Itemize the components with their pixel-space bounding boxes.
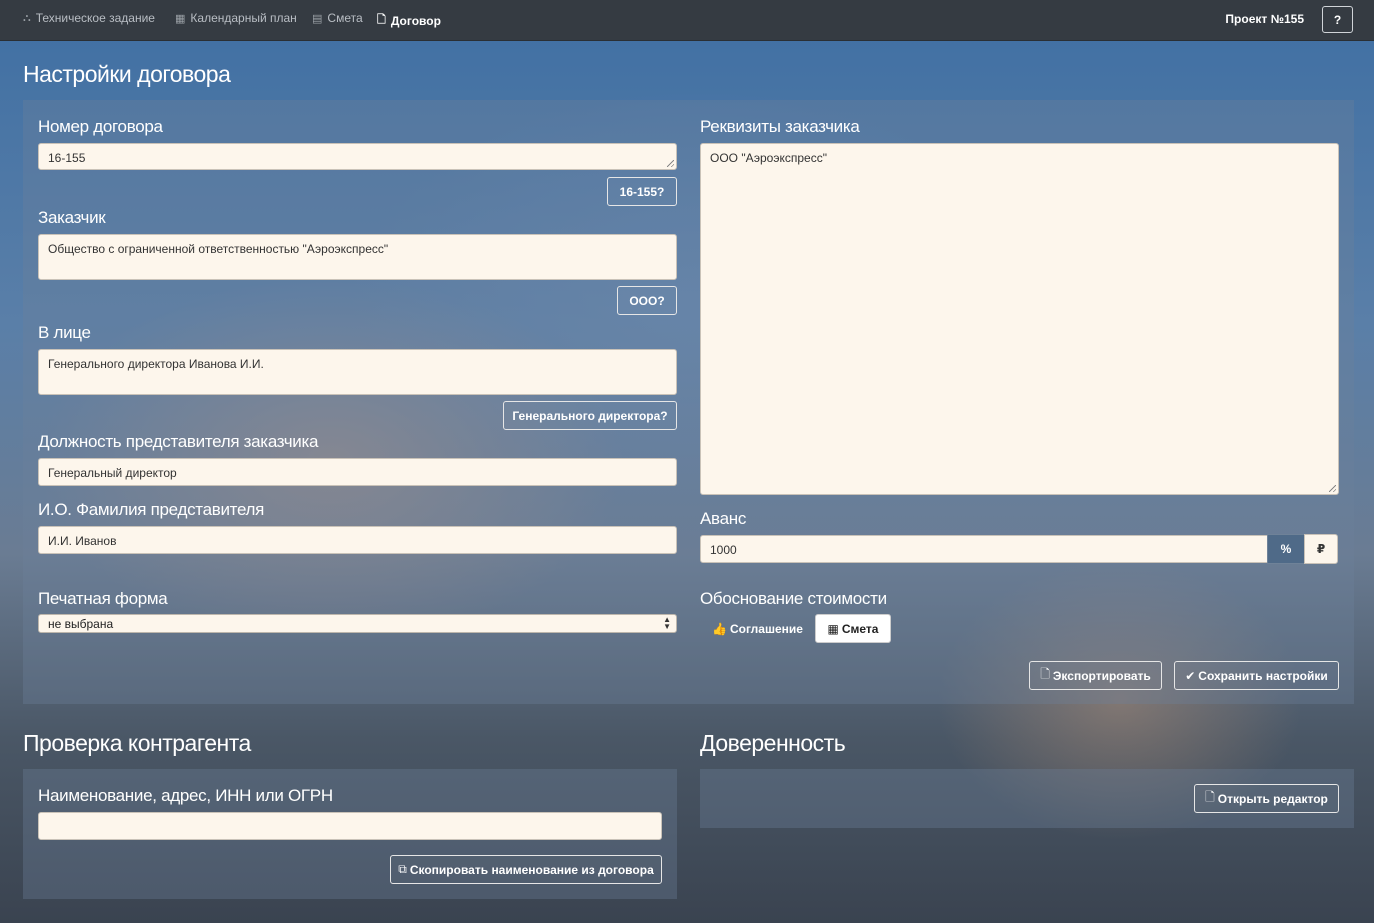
nav-tab-estimate[interactable]: ▤ Смета bbox=[312, 11, 363, 25]
help-button[interactable]: ? bbox=[1322, 6, 1353, 33]
power-of-attorney-title: Доверенность bbox=[700, 730, 846, 756]
rep-name-label: И.О. Фамилия представителя bbox=[38, 500, 265, 519]
customer-field[interactable]: Общество с ограниченной ответственностью… bbox=[38, 234, 677, 280]
advance-rub-toggle[interactable]: ₽ bbox=[1304, 534, 1338, 564]
save-settings-button[interactable]: ✔ Сохранить настройки bbox=[1174, 661, 1339, 690]
table-icon: ▤ bbox=[312, 12, 323, 25]
nav-tab-calendar-plan[interactable]: ▦ Календарный план bbox=[175, 11, 297, 25]
justification-estimate-label: Смета bbox=[841, 621, 879, 636]
save-settings-label: Сохранить настройки bbox=[1198, 668, 1328, 683]
check-icon: ✔ bbox=[1185, 668, 1196, 683]
requisites-field[interactable]: ООО "Аэроэкспресс" bbox=[700, 143, 1339, 495]
file-icon: 🗋 bbox=[1040, 667, 1050, 681]
position-label: Должность представителя заказчика bbox=[38, 432, 319, 451]
copy-name-button[interactable]: ⧉ Скопировать наименование из договора bbox=[390, 855, 662, 884]
sitemap-icon: ⛬ bbox=[23, 11, 31, 24]
print-form-label: Печатная форма bbox=[38, 589, 168, 608]
calendar-icon: ▦ bbox=[175, 12, 186, 25]
top-navbar: ⛬ Техническое задание ▦ Календарный план… bbox=[0, 0, 1374, 41]
thumbs-up-icon: 👍 bbox=[712, 622, 727, 636]
nav-tab-label: Договор bbox=[390, 13, 441, 28]
contract-number-field[interactable]: 16-155 bbox=[38, 143, 677, 170]
nav-tab-contract[interactable]: 🗋 Договор bbox=[377, 11, 441, 30]
nav-tab-label: Смета bbox=[327, 11, 363, 25]
project-title: Проект №155 bbox=[1225, 12, 1304, 26]
print-form-select[interactable]: не выбрана ▲ ▼ bbox=[38, 614, 677, 633]
file-icon: 🗋 bbox=[377, 14, 386, 26]
advance-field[interactable]: 1000 bbox=[700, 535, 1268, 563]
copy-icon: ⧉ bbox=[398, 862, 407, 876]
export-button-label: Экспортировать bbox=[1052, 668, 1151, 683]
open-editor-label: Открыть редактор bbox=[1217, 791, 1328, 806]
justification-agreement-label: Соглашение bbox=[729, 622, 803, 636]
copy-name-label: Скопировать наименование из договора bbox=[409, 862, 654, 877]
suggest-customer-button[interactable]: ООО? bbox=[617, 286, 677, 315]
counterparty-search-input[interactable] bbox=[38, 812, 662, 840]
justification-estimate-option[interactable]: ▦ Смета bbox=[815, 614, 891, 643]
advance-label: Аванс bbox=[700, 509, 747, 528]
open-editor-button[interactable]: 🗋 Открыть редактор bbox=[1194, 784, 1339, 813]
file-icon: 🗋 bbox=[1205, 790, 1215, 804]
person-field[interactable]: Генерального директора Иванова И.И. bbox=[38, 349, 677, 395]
contract-number-label: Номер договора bbox=[38, 117, 163, 136]
customer-label: Заказчик bbox=[38, 208, 106, 227]
select-arrows-icon: ▲ ▼ bbox=[663, 615, 671, 631]
position-field[interactable]: Генеральный директор bbox=[38, 458, 677, 486]
counterparty-title: Проверка контрагента bbox=[23, 730, 251, 756]
nav-tab-label: Техническое задание bbox=[35, 11, 155, 25]
advance-percent-toggle[interactable]: % bbox=[1267, 534, 1305, 564]
table-icon: ▦ bbox=[827, 621, 839, 636]
justification-label: Обоснование стоимости bbox=[700, 589, 887, 608]
suggest-number-button[interactable]: 16-155? bbox=[607, 177, 677, 206]
nav-tab-label: Календарный план bbox=[190, 11, 297, 25]
justification-agreement-option[interactable]: 👍 Соглашение bbox=[712, 622, 803, 636]
export-button[interactable]: 🗋 Экспортировать bbox=[1029, 661, 1162, 690]
nav-tab-technical-spec[interactable]: ⛬ Техническое задание bbox=[23, 11, 155, 25]
suggest-person-button[interactable]: Генерального директора? bbox=[503, 401, 677, 430]
counterparty-search-label: Наименование, адрес, ИНН или ОГРН bbox=[38, 786, 333, 805]
person-label: В лице bbox=[38, 323, 91, 342]
contract-settings-title: Настройки договора bbox=[23, 61, 231, 87]
requisites-label: Реквизиты заказчика bbox=[700, 117, 860, 136]
rep-name-field[interactable]: И.И. Иванов bbox=[38, 526, 677, 554]
print-form-value: не выбрана bbox=[48, 617, 114, 631]
